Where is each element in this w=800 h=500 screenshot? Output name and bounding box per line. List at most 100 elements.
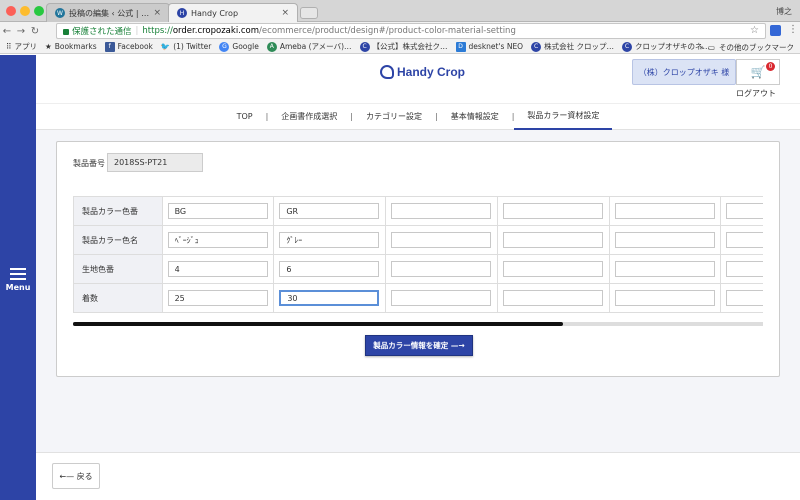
color-value-input[interactable] (391, 232, 492, 248)
secure-label: 保護された通信 (72, 27, 132, 37)
new-tab-button[interactable] (300, 7, 318, 19)
bookmark-crop-company[interactable]: C 株式会社 クロップ… (531, 41, 614, 52)
tab-title: Handy Crop (191, 8, 239, 18)
browser-tab-wordpress[interactable]: W 投稿の編集 ‹ 公式 | 株式会社ク… × (46, 3, 170, 22)
other-bookmarks[interactable]: » ▭ その他のブックマーク (699, 42, 794, 53)
color-value-input[interactable] (167, 290, 268, 306)
horizontal-scrollbar[interactable] (73, 322, 763, 326)
crop-icon: C (531, 41, 542, 52)
grid-cell (161, 254, 275, 284)
color-value-input[interactable] (167, 203, 268, 219)
cart-icon: 🛒 (750, 65, 766, 79)
color-value-input[interactable] (726, 290, 763, 306)
color-value-input[interactable] (726, 261, 763, 277)
apps-grid-icon: ⠿ (6, 42, 12, 51)
logo-text: Handy Crop (397, 65, 466, 79)
google-icon: G (219, 41, 230, 52)
row-label: 着数 (73, 283, 163, 313)
nav-color-material-setting[interactable]: 製品カラー資材設定 (514, 103, 613, 130)
row-label: 生地色番 (73, 254, 163, 284)
grid-cell (720, 283, 763, 313)
grid-cell (496, 283, 610, 313)
bookmark-crop-net[interactable]: C クロップオザキのネ… (621, 41, 710, 52)
reload-icon[interactable]: ↻ (28, 26, 42, 37)
close-tab-icon[interactable]: × (281, 8, 289, 18)
color-value-input[interactable] (391, 261, 492, 277)
grid-cell (608, 225, 722, 255)
color-value-input[interactable] (726, 232, 763, 248)
confirm-color-button[interactable]: 製品カラー情報を確定 —→ (365, 335, 473, 356)
grid-row: 製品カラー色番 (73, 196, 763, 226)
site-header: Handy Crop （株）クロップオザキ 様 🛒 0 ログアウト (36, 55, 800, 103)
color-grid-scroll[interactable]: 製品カラー色番製品カラー色名生地色番着数 (73, 196, 763, 322)
nav-category-setting[interactable]: カテゴリー設定 (353, 103, 435, 130)
color-value-input[interactable] (614, 232, 715, 248)
logout-link[interactable]: ログアウト (736, 88, 776, 99)
color-value-input[interactable] (502, 232, 603, 248)
nav-basic-info[interactable]: 基本情報設定 (438, 103, 512, 130)
browser-tab-handy-crop[interactable]: H Handy Crop × (168, 3, 298, 22)
nav-proposal-select[interactable]: 企画書作成選択 (268, 103, 350, 130)
bookmark-star-icon[interactable]: ☆ (750, 25, 759, 36)
grid-cell (496, 225, 610, 255)
cart-button[interactable]: 🛒 0 (736, 59, 780, 85)
grid-cell (608, 196, 722, 226)
url-host: order.cropozaki.com (172, 26, 260, 36)
site-logo[interactable]: Handy Crop (380, 65, 465, 79)
color-value-input[interactable] (502, 261, 603, 277)
grid-cell (720, 225, 763, 255)
grid-cell (608, 283, 722, 313)
company-account-button[interactable]: （株）クロップオザキ 様 (632, 59, 736, 85)
grid-cell (720, 254, 763, 284)
color-value-input[interactable] (279, 290, 380, 306)
bookmark-desknets[interactable]: Ddesknet's NEO (455, 41, 523, 52)
browser-user-name[interactable]: 博之 (776, 6, 792, 17)
close-tab-icon[interactable]: × (153, 8, 161, 18)
maximize-window-button[interactable] (34, 6, 44, 16)
back-arrow-icon[interactable]: ← (0, 26, 14, 37)
extension-icon[interactable] (770, 25, 781, 36)
forward-arrow-icon[interactable]: → (14, 26, 28, 37)
grid-cell (161, 283, 275, 313)
product-number-value: 2018SS-PT21 (107, 153, 203, 172)
menu-button[interactable]: Menu (4, 265, 32, 292)
bookmark-ameba[interactable]: A Ameba (アメーバ)… (266, 41, 352, 52)
hand-logo-icon (380, 65, 394, 79)
color-value-input[interactable] (279, 203, 380, 219)
bookmark-facebook[interactable]: f Facebook (104, 41, 153, 52)
scrollbar-thumb[interactable] (73, 322, 563, 326)
color-value-input[interactable] (279, 261, 380, 277)
grid-cell (273, 254, 387, 284)
page-content: Handy Crop （株）クロップオザキ 様 🛒 0 ログアウト TOP | … (36, 55, 800, 500)
color-value-input[interactable] (614, 290, 715, 306)
minimize-window-button[interactable] (20, 6, 30, 16)
bookmark-apps[interactable]: ⠿ アプリ (6, 41, 37, 52)
back-button[interactable]: ←— 戻る (52, 463, 100, 489)
grid-cell (385, 225, 498, 255)
bookmark-bookmarks[interactable]: ★ Bookmarks (45, 42, 97, 51)
grid-row: 製品カラー色名 (73, 225, 763, 255)
color-grid: 製品カラー色番製品カラー色名生地色番着数 (73, 196, 763, 313)
product-number-label: 製品番号 (73, 159, 105, 168)
address-bar[interactable]: 保護された通信 | https://order.cropozaki.com/ec… (56, 23, 766, 39)
bookmark-google[interactable]: G Google (219, 41, 259, 52)
bookmark-crop-official[interactable]: C 【公式】株式会社ク… (359, 41, 448, 52)
grid-cell (273, 196, 387, 226)
color-value-input[interactable] (391, 203, 492, 219)
nav-top[interactable]: TOP (224, 103, 266, 130)
color-value-input[interactable] (391, 290, 492, 306)
grid-cell (608, 254, 722, 284)
color-value-input[interactable] (167, 261, 268, 277)
color-value-input[interactable] (614, 203, 715, 219)
browser-menu-icon[interactable]: ⋮ (788, 24, 798, 35)
grid-cell (496, 196, 610, 226)
color-value-input[interactable] (502, 203, 603, 219)
color-value-input[interactable] (502, 290, 603, 306)
bookmark-twitter[interactable]: 🐦 (1) Twitter (161, 42, 212, 51)
color-value-input[interactable] (726, 203, 763, 219)
close-window-button[interactable] (6, 6, 16, 16)
color-value-input[interactable] (167, 232, 268, 248)
color-material-card: 製品番号 2018SS-PT21 製品カラー色番製品カラー色名生地色番着数 製品… (56, 141, 780, 377)
color-value-input[interactable] (279, 232, 380, 248)
color-value-input[interactable] (614, 261, 715, 277)
